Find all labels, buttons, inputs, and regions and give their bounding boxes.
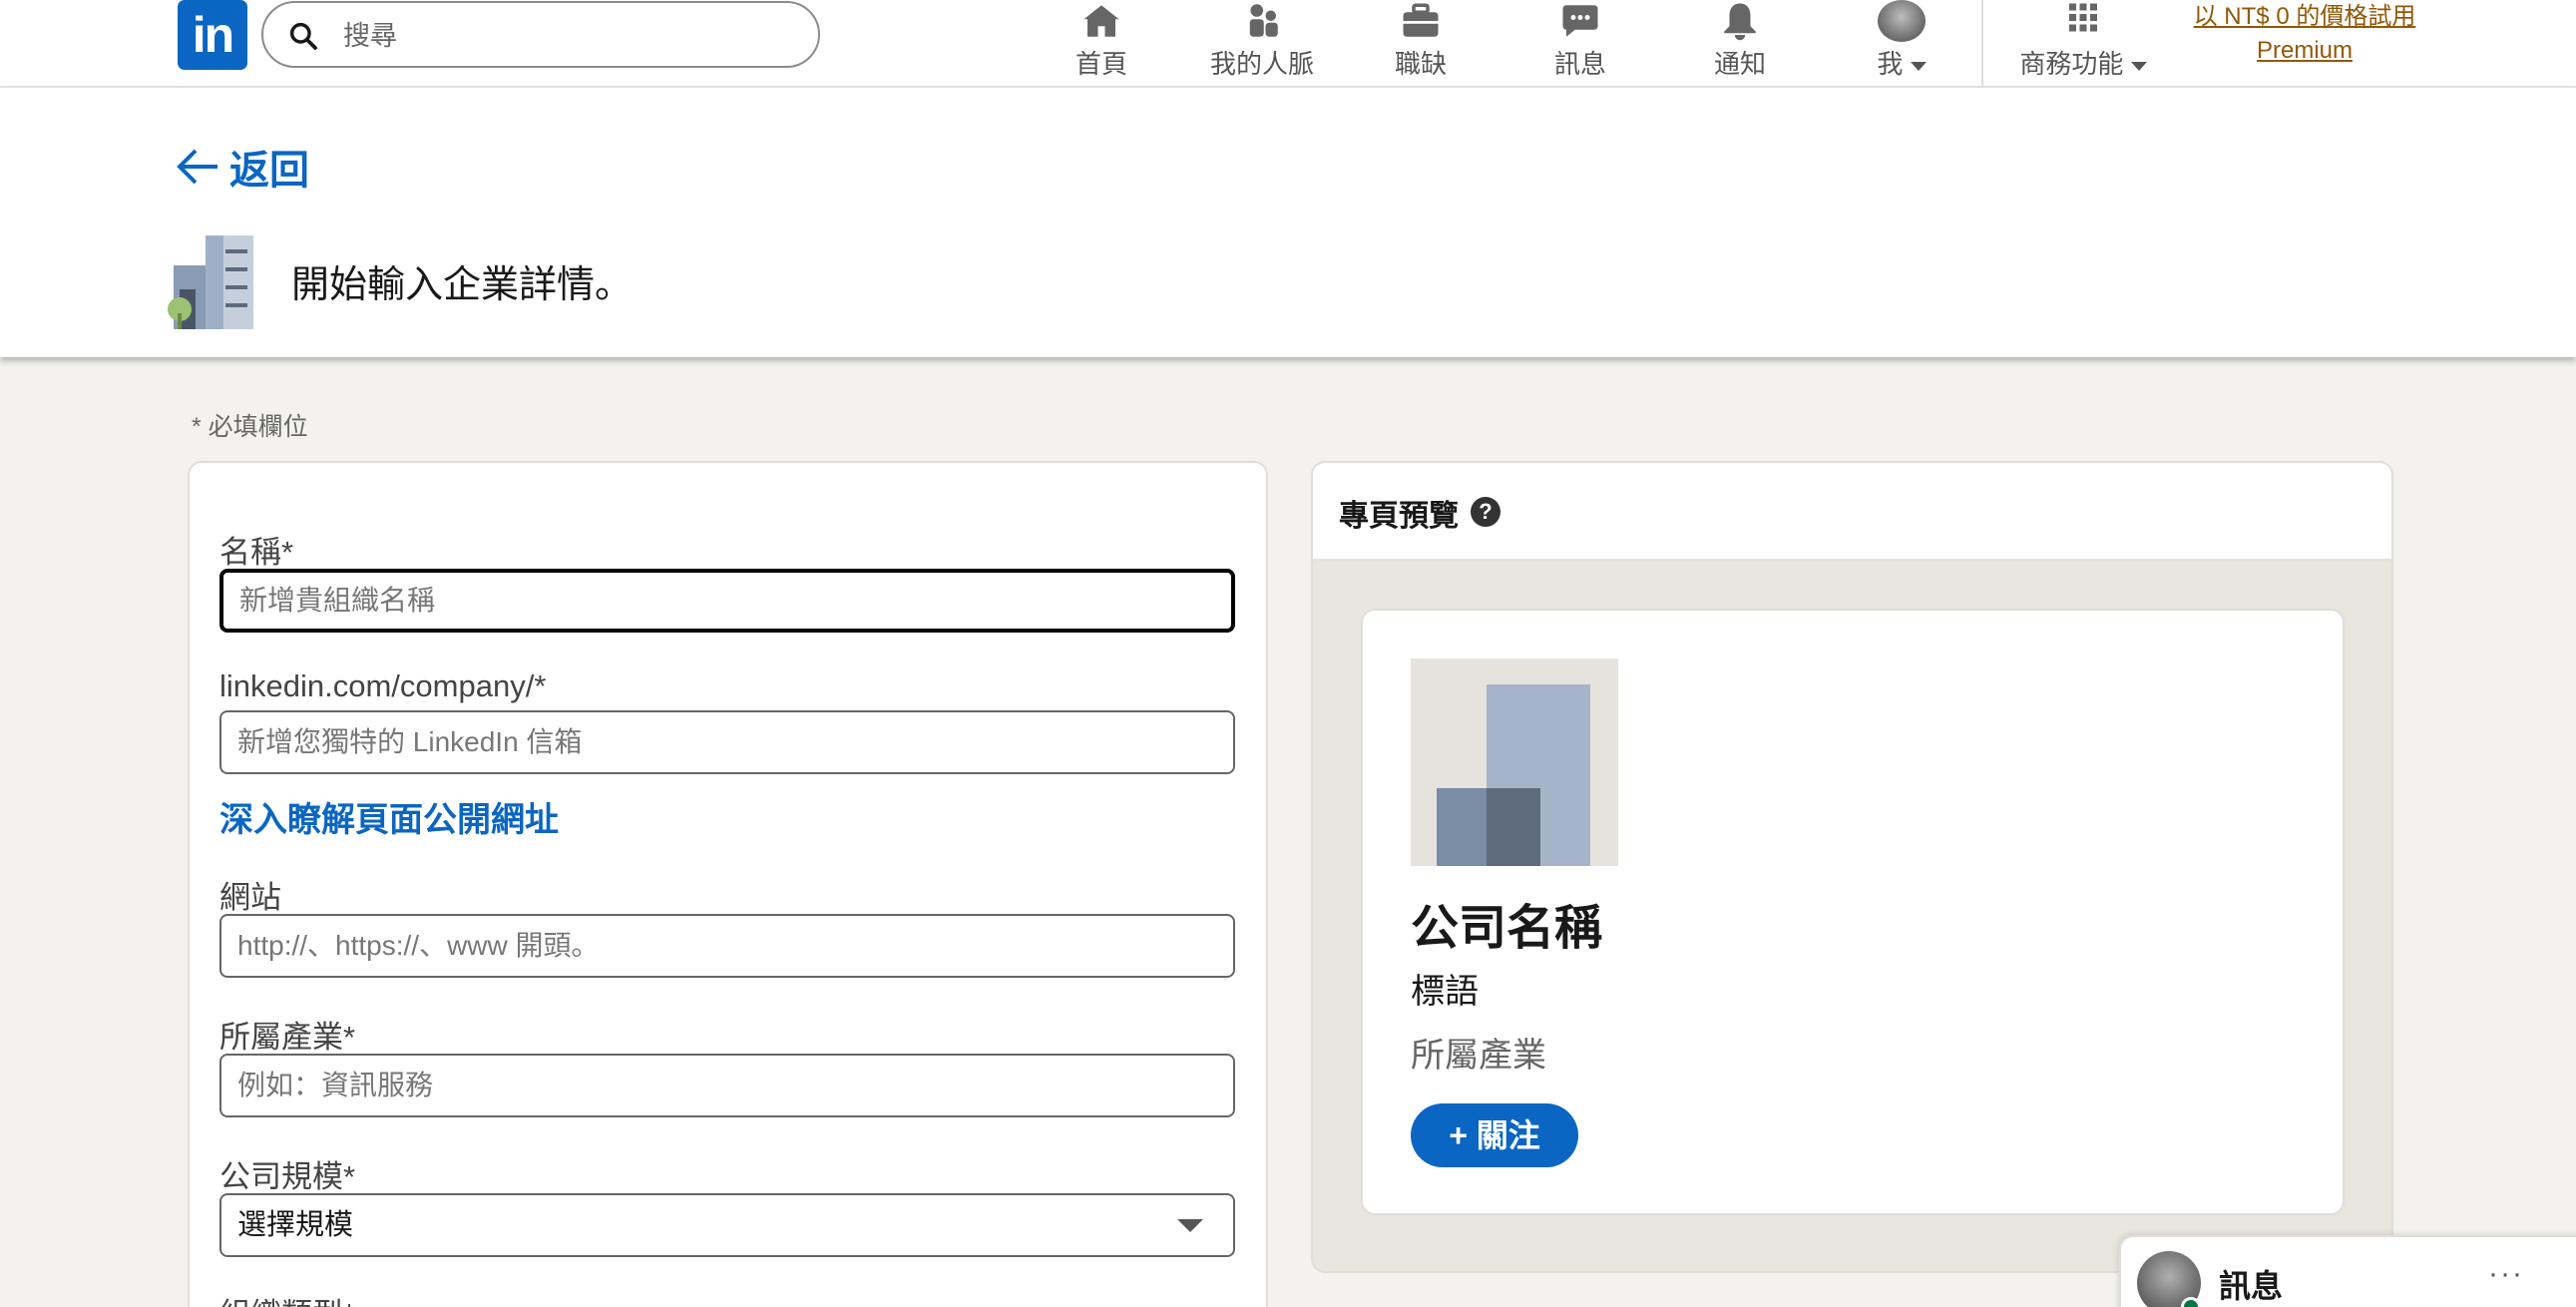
chevron-down-icon xyxy=(1910,61,1927,71)
premium-line-2: Premium xyxy=(2256,37,2353,64)
website-input[interactable] xyxy=(219,914,1235,978)
nav-jobs[interactable]: 職缺 xyxy=(1381,0,1461,86)
nav-my-network[interactable]: 我的人脈 xyxy=(1197,0,1327,86)
nav-home-label: 首頁 xyxy=(1074,49,1127,79)
linkedin-logo[interactable]: in xyxy=(178,0,247,70)
company-url-input[interactable] xyxy=(219,710,1235,774)
nav-divider xyxy=(1981,0,1983,88)
nav-me[interactable]: 我 xyxy=(1862,0,1941,86)
nav-my-network-label: 我的人脈 xyxy=(1209,49,1314,79)
search-input[interactable] xyxy=(343,15,782,57)
home-icon xyxy=(1083,5,1119,37)
grid-icon xyxy=(2069,3,2097,32)
top-nav: in 首頁 我的人脈 職缺 xyxy=(0,0,2576,88)
preview-industry: 所屬產業 xyxy=(1411,1037,1546,1075)
building-icon xyxy=(168,235,253,329)
chat-icon xyxy=(1562,5,1598,37)
page-preview-card: 專頁預覽 ? 公司名稱 標語 所屬產業 + 關注 xyxy=(1311,461,2393,1273)
company-name-input[interactable] xyxy=(219,569,1235,633)
learn-public-url-link[interactable]: 深入瞭解頁面公開網址 xyxy=(219,792,559,841)
online-status-icon xyxy=(2181,1297,2201,1307)
more-options-icon[interactable]: ··· xyxy=(2488,1257,2524,1291)
company-logo-placeholder-icon xyxy=(1411,658,1618,866)
premium-trial-link[interactable]: 以 NT$ 0 的價格試用 Premium xyxy=(2185,0,2424,68)
chevron-down-icon xyxy=(2130,61,2147,71)
nav-notifications[interactable]: 通知 xyxy=(1700,0,1780,86)
back-label: 返回 xyxy=(229,149,309,193)
nav-business-label: 商務功能 xyxy=(2019,49,2124,79)
company-size-label: 公司規模* xyxy=(219,1159,356,1194)
company-size-value: 選擇規模 xyxy=(237,1209,354,1241)
nav-jobs-label: 職缺 xyxy=(1394,49,1447,79)
follow-button[interactable]: + 關注 xyxy=(1411,1103,1578,1167)
avatar xyxy=(1878,0,1926,42)
nav-home[interactable]: 首頁 xyxy=(1062,0,1141,86)
company-size-select[interactable]: 選擇規模 xyxy=(219,1193,1235,1257)
required-fields-note: * 必填欄位 xyxy=(192,413,308,441)
caret-down-icon xyxy=(1177,1219,1203,1232)
url-label: linkedin.com/company/* xyxy=(219,668,547,703)
name-label: 名稱* xyxy=(219,535,294,570)
back-button[interactable]: 返回 xyxy=(176,138,309,196)
preview-header: 專頁預覽 ? xyxy=(1313,463,2391,561)
page-header: 返回 開始輸入企業詳情。 xyxy=(0,88,2576,357)
org-type-label: 組織類型* xyxy=(219,1289,355,1307)
messaging-label: 訊息 xyxy=(2219,1268,2284,1304)
briefcase-icon xyxy=(1403,3,1439,37)
help-icon[interactable]: ? xyxy=(1471,497,1501,527)
nav-me-label: 我 xyxy=(1877,49,1904,79)
website-label: 網站 xyxy=(219,880,281,915)
nav-notifications-label: 通知 xyxy=(1713,49,1766,79)
preview-company-card: 公司名稱 標語 所屬產業 + 關注 xyxy=(1361,609,2345,1215)
preview-company-name: 公司名稱 xyxy=(1411,902,1603,955)
search-icon xyxy=(289,22,317,50)
search-box[interactable] xyxy=(261,1,820,68)
messaging-bar[interactable]: 訊息 ··· xyxy=(2119,1235,2576,1307)
people-icon xyxy=(1249,4,1278,37)
preview-tagline: 標語 xyxy=(1411,973,1479,1011)
preview-title: 專頁預覽 xyxy=(1339,500,1459,533)
nav-messaging[interactable]: 訊息 xyxy=(1540,0,1620,86)
industry-input[interactable] xyxy=(219,1054,1235,1117)
nav-business[interactable]: 商務功能 xyxy=(2015,0,2151,86)
arrow-left-icon xyxy=(177,149,217,185)
bell-icon xyxy=(1724,3,1756,41)
nav-messaging-label: 訊息 xyxy=(1553,49,1606,79)
industry-label: 所屬產業* xyxy=(219,1020,356,1055)
premium-line-1: 以 NT$ 0 的價格試用 xyxy=(2193,3,2416,30)
page-title: 開始輸入企業詳情。 xyxy=(291,264,634,306)
